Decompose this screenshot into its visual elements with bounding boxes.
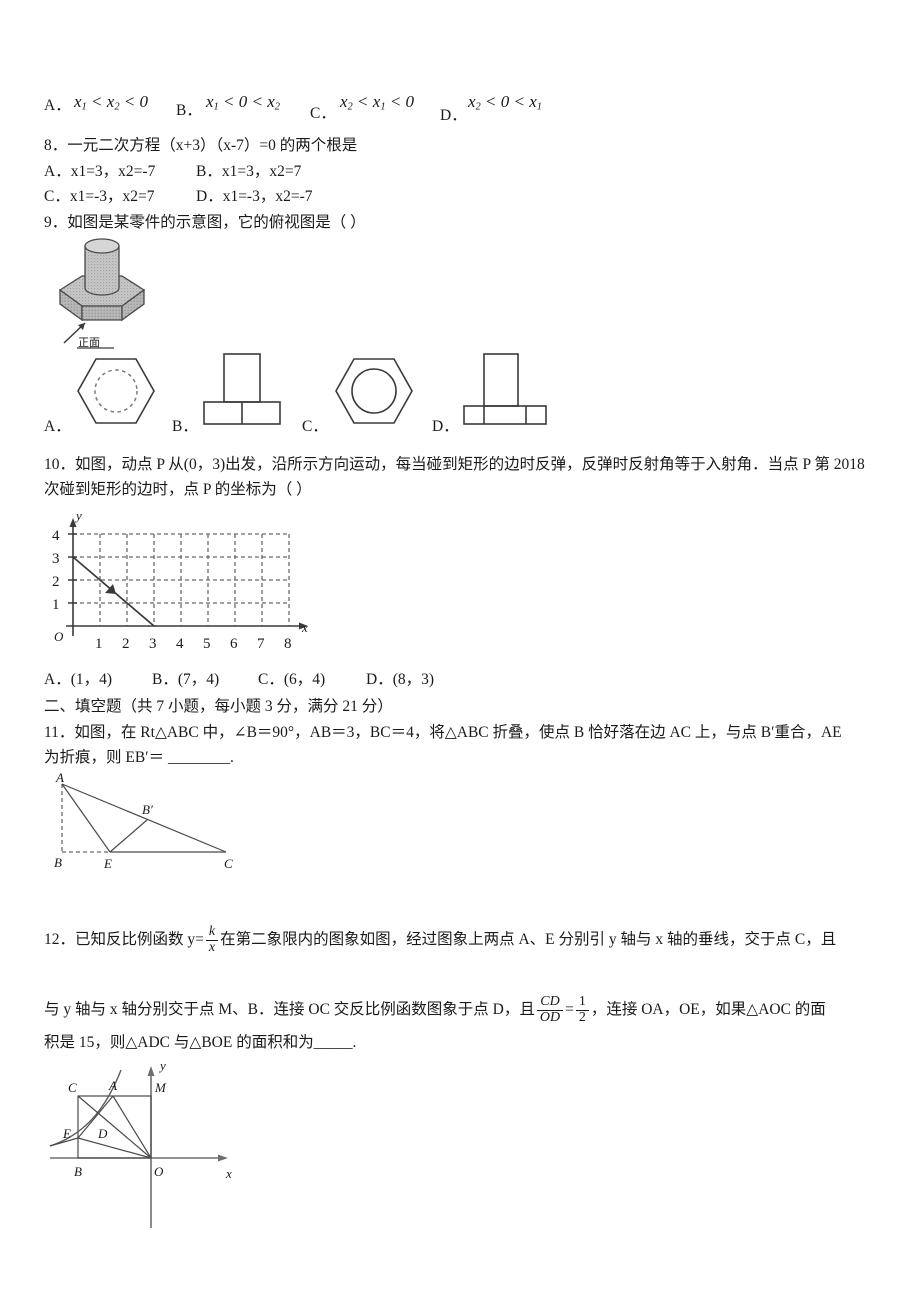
q10-ytick-3: 3	[52, 551, 60, 567]
q7d-rhs-sub: 1	[536, 101, 543, 113]
q10-xtick-7: 7	[257, 636, 265, 652]
q12-frac2-denominator: OD	[536, 1009, 564, 1026]
q10-stem-line2: 次碰到矩形的边时，点 P 的坐标为（ ）	[44, 481, 312, 498]
q7-option-b-label: B．	[176, 102, 202, 119]
q12-fraction-k-over-x: kx	[205, 924, 219, 956]
q10-xtick-3: 3	[149, 636, 157, 652]
q9-option-c-figure[interactable]	[328, 350, 420, 432]
q11-label-a: A	[55, 770, 64, 785]
q10-ytick-1: 1	[52, 597, 60, 613]
q11-triangle-figure: A B E C B′	[48, 770, 258, 872]
q12-stem-line2: 与 y 轴与 x 轴分别交于点 M、B．连接 OC 交反比例函数图象于点 D，且…	[44, 994, 826, 1026]
q12-stem-post: 在第二象限内的图象如图，经过图象上两点 A、E 分别引 y 轴与 x 轴的垂线，…	[220, 931, 837, 949]
q7-option-a: A．	[44, 96, 71, 116]
q12-line2-post: ，连接 OA，OE，如果△AOC 的面	[590, 1001, 826, 1019]
q10-xtick-8: 8	[284, 636, 292, 652]
q12-label-o: O	[154, 1164, 164, 1179]
q11-stem-line1: 11．如图，在 Rt△ABC 中，∠B＝90°，AB＝3，BC＝4，将△ABC …	[44, 724, 842, 741]
q11-label-c: C	[224, 856, 233, 871]
q10-x-axis-label: x	[301, 620, 308, 635]
q9-option-a-label: A．	[44, 418, 71, 435]
q8-option-c: C．x1=-3，x2=7	[44, 188, 155, 205]
q12-frac-denominator: x	[205, 939, 219, 956]
q12-frac2-right-num: 1	[578, 994, 586, 1009]
q11-stem-line2: 为折痕，则 EB′＝ ________.	[44, 749, 234, 766]
q10-xtick-2: 2	[122, 636, 130, 652]
q11-label-b: B	[54, 855, 62, 870]
q10-xtick-1: 1	[95, 636, 103, 652]
q9-option-c-label: C．	[302, 418, 328, 435]
q7-option-b-expression: x1 < 0 < x2	[206, 92, 281, 113]
q12-x-axis-label: x	[225, 1166, 232, 1181]
q7-option-c-expression: x2 < x1 < 0	[340, 92, 415, 113]
q12-stem-line1: 12．已知反比例函数 y= k x 在第二象限内的图象如图，经过图象上两点 A、E 分…	[44, 924, 837, 956]
q9-option-d-figure[interactable]	[458, 350, 554, 432]
q12-line2-pre: 与 y 轴与 x 轴分别交于点 M、B．连接 OC 交反比例函数图象于点 D，且	[44, 1001, 535, 1019]
q12-frac2-equals: =	[565, 1001, 574, 1019]
q11-label-bprime: B′	[142, 802, 153, 817]
q9-option-b-label: B．	[172, 418, 198, 435]
q10-y-axis-label: y	[74, 508, 82, 523]
q10-origin-label: O	[54, 629, 64, 644]
q12-label-d: D	[97, 1126, 108, 1141]
q12-label-b: B	[74, 1164, 82, 1179]
q11-label-e: E	[103, 856, 112, 871]
q12-label-a: A	[108, 1078, 117, 1093]
exam-page: A． x1 < x2 < 0 B． x1 < 0 < x2 C． x2 < x1…	[0, 0, 920, 1302]
q9-option-d-label: D．	[432, 418, 459, 435]
q12-label-c: C	[68, 1080, 77, 1095]
q9-option-a-figure[interactable]	[70, 350, 162, 432]
q12-stem-line3: 积是 15，则△ADC 与△BOE 的面积和为_____.	[44, 1034, 357, 1051]
q10-xtick-6: 6	[230, 636, 238, 652]
q7-option-a-label: A．	[44, 97, 71, 114]
q10-option-d: D．(8，3)	[366, 671, 435, 688]
q12-fraction-one-half: 12	[575, 994, 589, 1026]
q7-option-d-label: D．	[440, 107, 467, 124]
q9-part-figure: 正面	[52, 228, 152, 349]
q12-stem-pre: 12．已知反比例函数 y=	[44, 931, 204, 949]
q7-option-b: B．	[176, 101, 202, 121]
q8-stem: 8．一元二次方程（x+3）（x-7）=0 的两个根是	[44, 137, 358, 154]
q9-front-label: 正面	[78, 336, 100, 349]
q12-label-e: E	[62, 1126, 71, 1141]
q7-option-c: C．	[310, 104, 336, 124]
q7-option-d-expression: x2 < 0 < x1	[468, 92, 543, 113]
q10-ytick-4: 4	[52, 528, 60, 544]
q10-option-c: C．(6，4)	[258, 671, 326, 688]
q12-label-m: M	[154, 1080, 167, 1095]
q10-coordinate-graph: y x O 1 2 3 4 1 2 3 4 5 6 7 8	[44, 508, 314, 658]
q7-option-c-label: C．	[310, 105, 336, 122]
q8-option-d: D．x1=-3，x2=-7	[196, 188, 313, 205]
q10-xtick-4: 4	[176, 636, 184, 652]
q12-coordinate-graph: C A M E D B O y x	[48, 1058, 278, 1238]
q7-option-d: D．	[440, 106, 467, 126]
q10-stem-line1: 10．如图，动点 P 从(0，3)出发，沿所示方向运动，每当碰到矩形的边时反弹，…	[44, 456, 865, 473]
q12-frac-numerator: k	[208, 924, 216, 939]
q10-option-b: B．(7，4)	[152, 671, 220, 688]
q8-option-b: B．x1=3，x2=7	[196, 163, 302, 180]
q12-y-axis-label: y	[158, 1058, 166, 1073]
q12-frac2-right-den: 2	[575, 1009, 589, 1026]
q10-xtick-5: 5	[203, 636, 211, 652]
q10-ytick-2: 2	[52, 574, 60, 590]
q9-option-b-figure[interactable]	[198, 350, 288, 432]
q8-option-a: A．x1=3，x2=-7	[44, 163, 156, 180]
q10-option-a: A．(1，4)	[44, 671, 113, 688]
section-2-heading: 二、填空题（共 7 小题，每小题 3 分，满分 21 分）	[44, 698, 393, 715]
q12-fraction-cd-over-od: CD OD	[536, 994, 564, 1026]
q7-option-a-expression: x1 < x2 < 0	[74, 92, 149, 113]
q7b-rhs-sub: 2	[274, 101, 281, 113]
q12-frac2-numerator: CD	[540, 994, 560, 1009]
